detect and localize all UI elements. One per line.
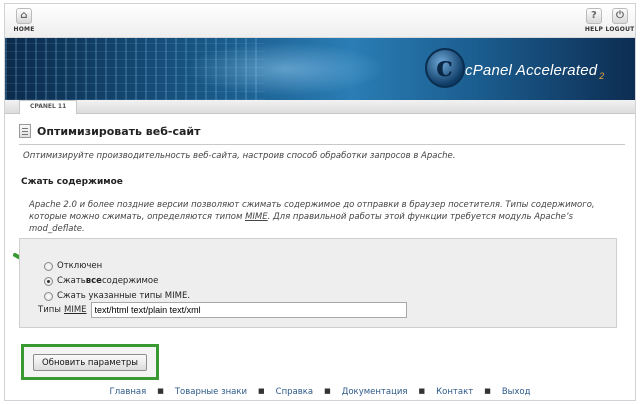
brand-text: cPanel Accelerated [465,62,598,79]
breadcrumb-strip: CPANEL 11 [5,100,635,114]
mime-types-input[interactable] [90,302,407,318]
option-compress-mime[interactable]: Сжать указанные типы MIME. [44,291,190,301]
footer-link-logout[interactable]: Выход [502,387,531,397]
footer-link-help[interactable]: Справка [276,387,313,397]
option-compress-all[interactable]: Сжать все содержимое [44,276,158,286]
option-disabled[interactable]: Отключен [44,261,102,271]
footer-separator: ■ [258,387,265,395]
footer-separator: ■ [157,387,164,395]
brand-version: 2 [599,71,605,81]
footer-link-trademarks[interactable]: Товарные знаки [175,387,247,397]
top-navigation: ⌂ HOME ? HELP ⏻ LOGOUT [5,4,635,38]
logout-icon: ⏻ [612,8,628,24]
option-disabled-label: Отключен [57,261,103,271]
page-description: Оптимизируйте производительность веб-сай… [23,151,456,161]
option-compress-all-post: содержимое [101,276,159,286]
mime-types-label-pre: Типы [38,305,61,315]
header-banner: c cPanel Accelerated 2 [5,38,635,100]
mime-types-label-abbr: MIME [64,305,87,315]
home-button[interactable]: ⌂ HOME [7,8,41,33]
compression-options-panel: Отключен Сжать все содержимое Сжать указ… [19,238,617,328]
footer-links: Главная ■ Товарные знаки ■ Справка ■ Документа… [5,387,635,401]
footer-separator: ■ [484,387,491,395]
document-icon [19,124,31,138]
option-compress-mime-label: Сжать указанные типы MIME. [57,291,191,301]
page-frame: ⌂ HOME ? HELP ⏻ LOGOUT c cPanel Accelera… [4,3,636,401]
brand-title: cPanel Accelerated 2 [465,62,605,81]
help-icon: ? [586,8,602,24]
footer-link-home[interactable]: Главная [110,387,147,397]
option-compress-all-pre: Сжать [57,276,86,286]
home-label: HOME [13,26,35,33]
section-title: Сжать содержимое [21,177,123,187]
home-icon: ⌂ [16,8,32,24]
help-label: HELP [584,26,604,33]
radio-disabled[interactable] [44,261,53,271]
footer-separator: ■ [418,387,426,395]
footer-link-documentation[interactable]: Документация [342,387,408,397]
page-header: Оптимизировать веб-сайт [19,122,625,140]
update-settings-button[interactable]: Обновить параметры [33,354,147,371]
radio-compress-all[interactable] [44,276,53,286]
page-title: Оптимизировать веб-сайт [37,124,201,138]
logout-label: LOGOUT [605,26,635,33]
title-divider [19,144,625,145]
logout-button[interactable]: ⏻ LOGOUT [603,8,637,33]
world-map-graphic [185,42,385,96]
mime-abbr: MIME [245,212,268,222]
option-compress-all-bold: все [85,276,102,286]
mime-types-row: Типы MIME [38,302,407,318]
cpanel-logo-letter: c [436,50,454,83]
main-content: Оптимизировать веб-сайт Оптимизируйте пр… [19,122,625,235]
radio-compress-mime[interactable] [44,291,53,301]
section-description: Apache 2.0 и более поздние версии позвол… [29,199,609,235]
footer-separator: ■ [324,387,331,395]
footer-link-contact[interactable]: Контакт [436,387,473,397]
update-button-highlight: Обновить параметры [21,344,159,380]
cpanel-tab[interactable]: CPANEL 11 [19,100,78,114]
